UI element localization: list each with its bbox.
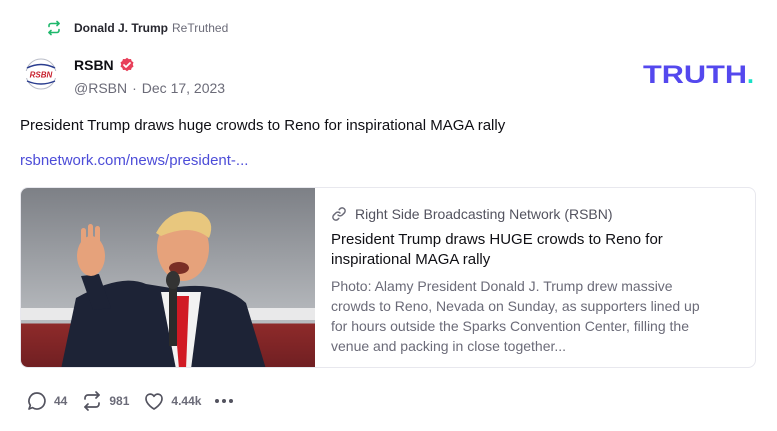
link-icon [331, 206, 347, 222]
retruth-icon [46, 20, 62, 36]
preview-info: Right Side Broadcasting Network (RSBN) P… [315, 188, 755, 367]
verified-badge-icon [119, 57, 135, 73]
preview-image [21, 188, 315, 367]
link-preview-card[interactable]: Right Side Broadcasting Network (RSBN) P… [20, 187, 756, 368]
preview-headline: President Trump draws HUGE crowds to Ren… [331, 231, 663, 268]
like-count: 4.44k [171, 394, 202, 408]
svg-text:RSBN: RSBN [30, 71, 53, 80]
avatar[interactable]: RSBN [21, 56, 61, 92]
post-text: President Trump draws huge crowds to Ren… [20, 117, 506, 134]
post-actions: 44 981 4.44k [26, 390, 234, 412]
meta-separator: · [132, 80, 137, 96]
svg-text:.: . [747, 61, 754, 88]
heart-icon [145, 393, 164, 410]
reply-count: 44 [54, 394, 68, 408]
post-date[interactable]: Dec 17, 2023 [142, 80, 225, 96]
author-handle[interactable]: @RSBN [74, 80, 127, 96]
post-author: RSBN @RSBN · Dec 17, 2023 [74, 55, 225, 97]
author-name[interactable]: RSBN [74, 57, 114, 73]
preview-source: Right Side Broadcasting Network (RSBN) [355, 206, 613, 222]
more-options-icon[interactable] [215, 399, 234, 403]
retruth-count: 981 [109, 394, 130, 408]
retruth-header: Donald J. Trump ReTruthed [46, 18, 228, 38]
retruth-action-icon [84, 391, 101, 411]
like-button[interactable]: 4.44k [143, 390, 201, 412]
truth-social-logo[interactable]: TRUTH . [643, 60, 757, 89]
retruth-label: ReTruthed [172, 21, 229, 35]
retruth-button[interactable]: 981 [81, 390, 129, 412]
reply-icon [28, 392, 46, 410]
svg-text:TRUTH: TRUTH [643, 61, 747, 88]
preview-description: Photo: Alamy President Donald J. Trump d… [331, 278, 700, 354]
retruth-user-link[interactable]: Donald J. Trump [74, 21, 168, 35]
reply-button[interactable]: 44 [26, 390, 67, 412]
post-link[interactable]: rsbnetwork.com/news/president-... [20, 151, 248, 171]
